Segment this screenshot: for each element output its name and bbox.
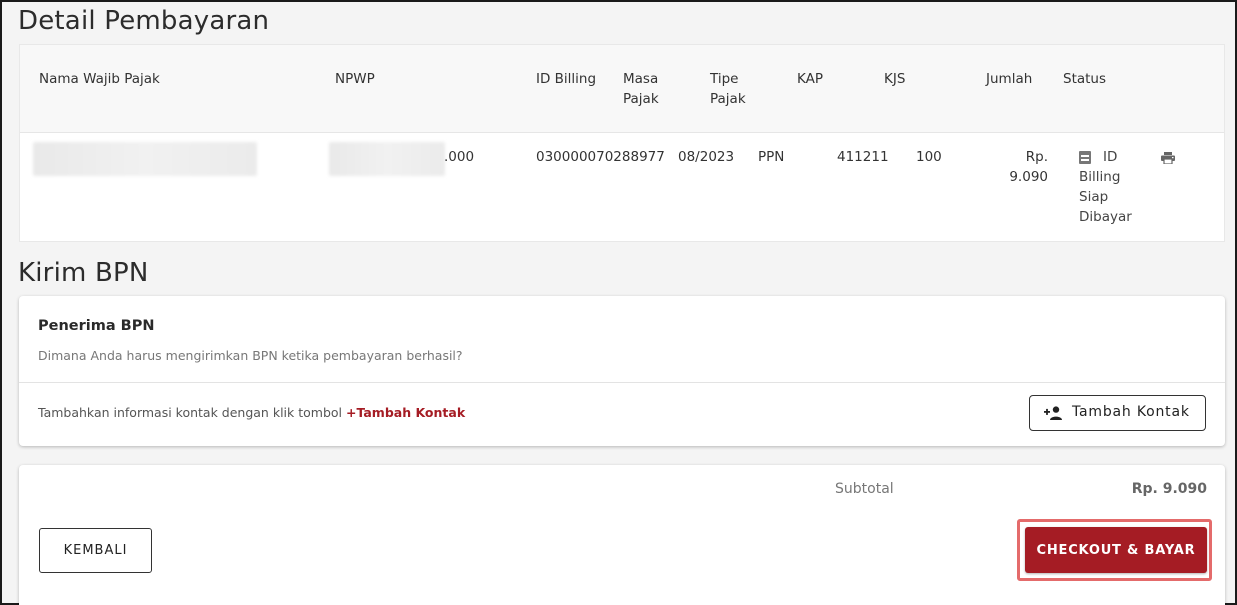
column-header-kap: KAP	[797, 71, 823, 87]
column-header-tipe-pajak: Tipe Pajak	[710, 69, 746, 109]
tambah-kontak-link[interactable]: +Tambah Kontak	[346, 405, 465, 420]
table-header: Nama Wajib Pajak NPWP ID Billing Masa Pa…	[20, 45, 1224, 133]
divider	[19, 382, 1225, 383]
column-header-masa-pajak-line2: Pajak	[623, 91, 659, 107]
bpn-info-text-body: Tambahkan informasi kontak dengan klik t…	[38, 405, 346, 420]
id-billing-value: 030000070288977	[536, 149, 665, 165]
summary-card: Subtotal Rp. 9.090 KEMBALI CHECKOUT & BA…	[19, 465, 1225, 605]
checkout-pay-button[interactable]: CHECKOUT & BAYAR	[1025, 527, 1207, 573]
column-header-id-billing: ID Billing	[536, 71, 597, 87]
bpn-info-text: Tambahkan informasi kontak dengan klik t…	[38, 405, 465, 420]
column-header-status: Status	[1063, 71, 1107, 87]
person-add-icon	[1044, 406, 1062, 420]
jumlah-value-line1: Rp.	[1025, 149, 1048, 165]
status-value: ID Billing Siap Dibayar	[1079, 149, 1132, 225]
column-header-kjs: KJS	[884, 71, 906, 87]
kap-value: 411211	[837, 149, 889, 165]
kirim-bpn-title: Kirim BPN	[18, 258, 149, 288]
jumlah-value: Rp. 9.090	[1000, 147, 1048, 187]
column-header-masa-pajak-line1: Masa	[623, 71, 659, 87]
bpn-recipient-subtitle: Dimana Anda harus mengirimkan BPN ketika…	[38, 348, 463, 363]
column-header-masa-pajak: Masa Pajak	[623, 69, 659, 109]
tipe-pajak-value: PPN	[758, 149, 785, 165]
column-header-nama: Nama Wajib Pajak	[39, 71, 160, 87]
redacted-npwp	[329, 142, 445, 176]
print-icon[interactable]	[1161, 152, 1175, 164]
bpn-recipient-heading: Penerima BPN	[38, 318, 155, 334]
column-header-npwp: NPWP	[335, 71, 375, 87]
subtotal-value: Rp. 9.090	[1131, 481, 1207, 497]
bpn-recipient-card: Penerima BPN Dimana Anda harus mengirimk…	[19, 296, 1225, 446]
add-contact-label: Tambah Kontak	[1072, 404, 1190, 420]
masa-pajak-value: 08/2023	[678, 149, 735, 165]
column-header-tipe-pajak-line2: Pajak	[710, 91, 746, 107]
subtotal-label: Subtotal	[835, 481, 894, 497]
jumlah-value-line2: 9.090	[1009, 169, 1048, 185]
redacted-nama	[33, 142, 257, 176]
column-header-tipe-pajak-line1: Tipe	[710, 71, 739, 87]
payment-detail-table: Nama Wajib Pajak NPWP ID Billing Masa Pa…	[19, 44, 1225, 242]
npwp-value-suffix: .000	[444, 149, 475, 165]
add-contact-button[interactable]: Tambah Kontak	[1029, 395, 1206, 431]
detail-pembayaran-title: Detail Pembayaran	[18, 6, 270, 36]
back-button[interactable]: KEMBALI	[39, 528, 152, 573]
column-header-jumlah: Jumlah	[986, 71, 1033, 87]
kjs-value: 100	[916, 149, 942, 165]
